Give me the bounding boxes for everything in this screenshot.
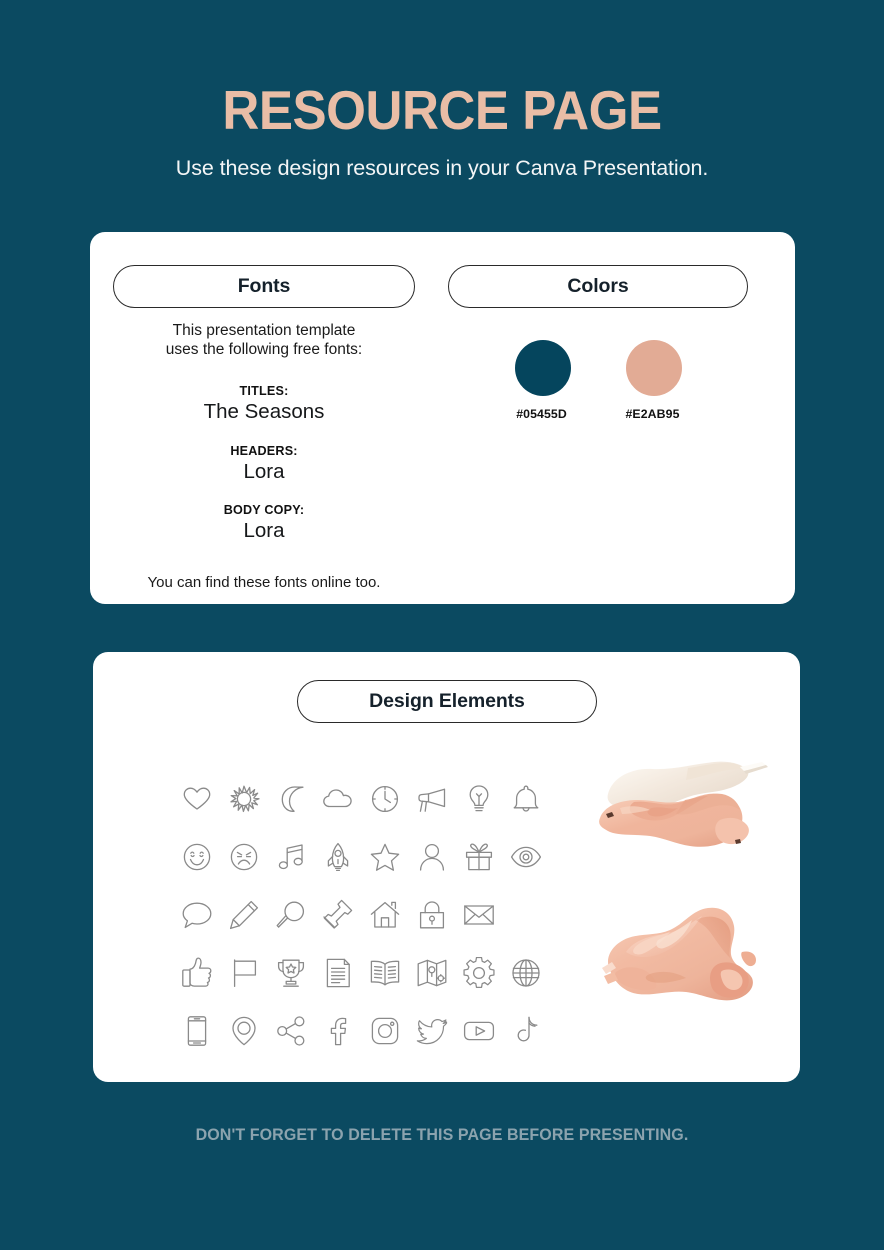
- color-swatch-navy-dot: [514, 340, 571, 396]
- icon-row-5: [181, 1002, 561, 1060]
- lock-icon: [416, 899, 448, 931]
- tiktok-icon: [510, 1015, 542, 1047]
- color-swatch-peach-hex: #E2AB95: [625, 407, 680, 421]
- footer-delete-page-note: DON'T FORGET TO DELETE THIS PAGE BEFORE …: [195, 1126, 689, 1144]
- location-pin-icon: [228, 1015, 260, 1047]
- font-group-titles-label: TITLES:: [239, 384, 289, 399]
- silk-fabric-photo-top: [590, 758, 780, 883]
- color-swatch-peach-dot: [625, 340, 682, 396]
- magnifier-icon: [275, 899, 307, 931]
- fonts-section-heading: Fonts: [113, 265, 415, 308]
- font-group-body-copy: BODY COPY: Lora: [113, 503, 415, 543]
- page-title: RESOURCE PAGE: [222, 79, 662, 141]
- pencil-icon: [228, 899, 260, 931]
- color-swatch-row: #05455D #E2AB95: [448, 340, 748, 421]
- cloud-icon: [322, 783, 354, 815]
- font-group-headers: HEADERS: Lora: [113, 444, 415, 484]
- gift-icon: [463, 841, 495, 873]
- bell-icon: [510, 783, 542, 815]
- trophy-icon: [275, 957, 307, 989]
- facebook-icon: [322, 1015, 354, 1047]
- colors-pill-label: Colors: [567, 275, 629, 297]
- person-icon: [416, 841, 448, 873]
- color-swatch-navy-hex: #05455D: [516, 407, 567, 421]
- star-icon: [369, 841, 401, 873]
- icon-row-3: [181, 886, 561, 944]
- fonts-intro-text: This presentation template uses the foll…: [113, 322, 415, 359]
- youtube-icon: [463, 1015, 495, 1047]
- sad-face-icon: [228, 841, 260, 873]
- color-swatch-peach: #E2AB95: [625, 340, 682, 421]
- design-elements-pill-label: Design Elements: [369, 690, 525, 712]
- thumbs-up-icon: [181, 957, 213, 989]
- page-subtitle: Use these design resources in your Canva…: [175, 155, 709, 180]
- icon-row-4: [181, 944, 561, 1002]
- silk-fabric-photo-bottom: [596, 900, 778, 1020]
- design-elements-section-heading: Design Elements: [297, 680, 597, 723]
- instagram-icon: [369, 1015, 401, 1047]
- font-group-body-copy-value: Lora: [243, 519, 285, 543]
- book-icon: [369, 957, 401, 989]
- envelope-icon: [463, 899, 495, 931]
- fonts-footnote: You can find these fonts online too.: [147, 573, 381, 591]
- fonts-intro-line-1: This presentation template: [172, 322, 356, 339]
- fonts-intro-line-2: uses the following free fonts:: [165, 340, 363, 358]
- font-group-headers-label: HEADERS:: [230, 443, 298, 458]
- icon-row-1: [181, 770, 561, 828]
- font-group-body-copy-label: BODY COPY:: [223, 503, 305, 518]
- font-group-titles: TITLES: The Seasons: [113, 384, 415, 424]
- fonts-and-colors-card: Fonts Colors This presentation template …: [90, 232, 795, 604]
- lightbulb-icon: [463, 783, 495, 815]
- design-elements-card: Design Elements: [93, 652, 800, 1082]
- clock-icon: [369, 783, 401, 815]
- flag-icon: [228, 957, 260, 989]
- music-note-icon: [275, 841, 307, 873]
- font-group-titles-value: The Seasons: [203, 400, 325, 424]
- share-icon: [275, 1015, 307, 1047]
- smiley-face-icon: [181, 841, 213, 873]
- sun-icon: [228, 783, 260, 815]
- pushpin-icon: [322, 899, 354, 931]
- icon-row-2: [181, 828, 561, 886]
- heart-icon: [181, 783, 213, 815]
- home-icon: [369, 899, 401, 931]
- globe-icon: [510, 957, 542, 989]
- moon-icon: [275, 783, 307, 815]
- gear-icon: [463, 957, 495, 989]
- document-icon: [322, 957, 354, 989]
- fonts-details: This presentation template uses the foll…: [113, 322, 415, 591]
- speech-bubble-icon: [181, 899, 213, 931]
- design-elements-icon-grid: [181, 770, 561, 1060]
- colors-section-heading: Colors: [448, 265, 748, 308]
- map-icon: [416, 957, 448, 989]
- megaphone-icon: [416, 783, 448, 815]
- font-group-headers-value: Lora: [243, 459, 285, 483]
- eye-icon: [510, 841, 542, 873]
- rocket-icon: [322, 841, 354, 873]
- color-swatch-navy: #05455D: [514, 340, 571, 421]
- page-header: RESOURCE PAGE Use these design resources…: [0, 0, 884, 181]
- twitter-icon: [416, 1015, 448, 1047]
- phone-icon: [181, 1015, 213, 1047]
- fonts-pill-label: Fonts: [237, 275, 291, 297]
